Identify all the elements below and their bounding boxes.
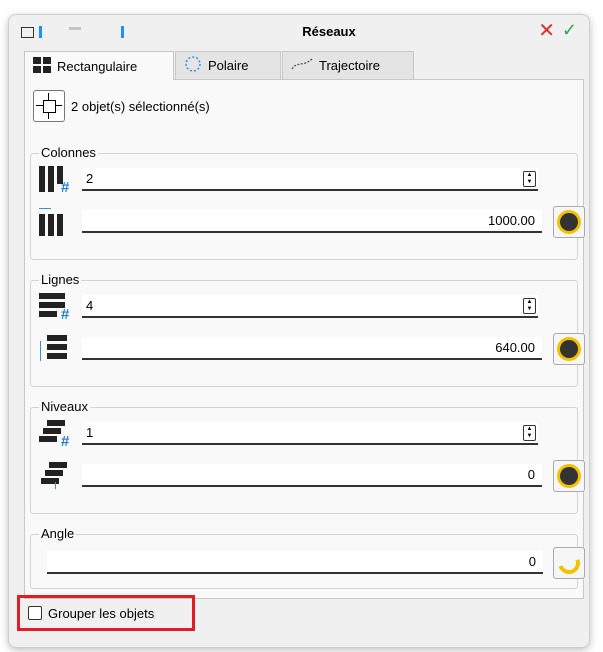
pick-distance-button[interactable] bbox=[553, 460, 585, 492]
pick-angle-button[interactable] bbox=[553, 547, 585, 579]
colonnes-group: Colonnes # 2 ▲ ▼ 1000.00 bbox=[30, 145, 585, 260]
tab-label: Rectangulaire bbox=[57, 58, 138, 74]
lignes-count-row: # 4 ▲ ▼ bbox=[35, 291, 573, 322]
lignes-group: Lignes # 4 ▲ ▼ 640.00 bbox=[30, 272, 585, 387]
close-icon[interactable]: ✕ bbox=[538, 21, 555, 41]
niveaux-count-value: 1 bbox=[86, 425, 94, 440]
spinner-icon[interactable]: ▲ ▼ bbox=[523, 171, 536, 187]
niveaux-count-row: # 1 ▲ ▼ bbox=[35, 418, 573, 449]
rows-count-icon: # bbox=[37, 291, 73, 322]
columns-count-icon: # bbox=[37, 164, 73, 195]
group-objects-option[interactable]: Grouper les objets bbox=[17, 595, 195, 631]
group-title: Lignes bbox=[39, 272, 82, 287]
measure-icon bbox=[560, 467, 578, 485]
columns-spacing-icon bbox=[37, 206, 73, 236]
reseaux-dialog: Réseaux ✕ ✓ Rectangulaire Polaire Trajec… bbox=[8, 14, 590, 648]
lignes-spacing-row: 640.00 bbox=[35, 333, 585, 365]
confirm-icon[interactable]: ✓ bbox=[562, 20, 577, 40]
colonnes-count-input[interactable]: 2 ▲ ▼ bbox=[82, 168, 538, 191]
tab-label: Trajectoire bbox=[319, 58, 380, 73]
pick-distance-button[interactable] bbox=[553, 206, 585, 238]
group-title: Angle bbox=[39, 526, 77, 541]
colonnes-spacing-row: 1000.00 bbox=[35, 206, 585, 238]
title-bar: Réseaux ✕ ✓ bbox=[9, 15, 589, 51]
measure-icon bbox=[560, 213, 578, 231]
dialog-title: Réseaux bbox=[302, 24, 356, 39]
levels-count-icon: # bbox=[37, 418, 73, 449]
angle-group: Angle 0 bbox=[30, 526, 585, 589]
niveaux-group: Niveaux # 1 ▲ ▼ 0 bbox=[30, 399, 585, 514]
tab-polaire[interactable]: Polaire bbox=[175, 51, 281, 79]
protractor-icon bbox=[554, 548, 584, 578]
measure-icon bbox=[560, 340, 578, 358]
spinner-icon[interactable]: ▲ ▼ bbox=[523, 298, 536, 314]
select-objects-icon[interactable] bbox=[33, 90, 65, 122]
levels-spacing-icon bbox=[37, 460, 73, 490]
selection-row: 2 objet(s) sélectionné(s) bbox=[33, 90, 210, 122]
lignes-spacing-input[interactable]: 640.00 bbox=[82, 337, 542, 360]
grid-icon bbox=[33, 56, 51, 76]
niveaux-count-input[interactable]: 1 ▲ ▼ bbox=[82, 422, 538, 445]
rows-spacing-icon bbox=[37, 333, 73, 363]
angle-row: 0 bbox=[35, 547, 585, 579]
colonnes-count-row: # 2 ▲ ▼ bbox=[35, 164, 573, 195]
tab-trajectoire[interactable]: Trajectoire bbox=[282, 51, 414, 79]
path-icon bbox=[291, 57, 313, 74]
pick-distance-button[interactable] bbox=[553, 333, 585, 365]
lignes-count-input[interactable]: 4 ▲ ▼ bbox=[82, 295, 538, 318]
group-title: Niveaux bbox=[39, 399, 90, 414]
tab-panel-rectangulaire: 2 objet(s) sélectionné(s) Colonnes # 2 ▲… bbox=[24, 79, 585, 599]
lignes-count-value: 4 bbox=[86, 298, 94, 313]
tab-rectangulaire[interactable]: Rectangulaire bbox=[24, 51, 174, 80]
group-objects-checkbox[interactable] bbox=[28, 606, 42, 620]
group-objects-label[interactable]: Grouper les objets bbox=[48, 606, 154, 621]
niveaux-spacing-input[interactable]: 0 bbox=[82, 464, 542, 487]
colonnes-spacing-input[interactable]: 1000.00 bbox=[82, 210, 542, 233]
niveaux-spacing-row: 0 bbox=[35, 460, 585, 492]
tab-label: Polaire bbox=[208, 58, 249, 73]
spinner-icon[interactable]: ▲ ▼ bbox=[523, 425, 536, 441]
selection-count: 2 objet(s) sélectionné(s) bbox=[71, 98, 210, 114]
colonnes-count-value: 2 bbox=[86, 171, 94, 186]
polar-icon bbox=[184, 56, 202, 75]
angle-input[interactable]: 0 bbox=[47, 551, 543, 574]
group-title: Colonnes bbox=[39, 145, 98, 160]
